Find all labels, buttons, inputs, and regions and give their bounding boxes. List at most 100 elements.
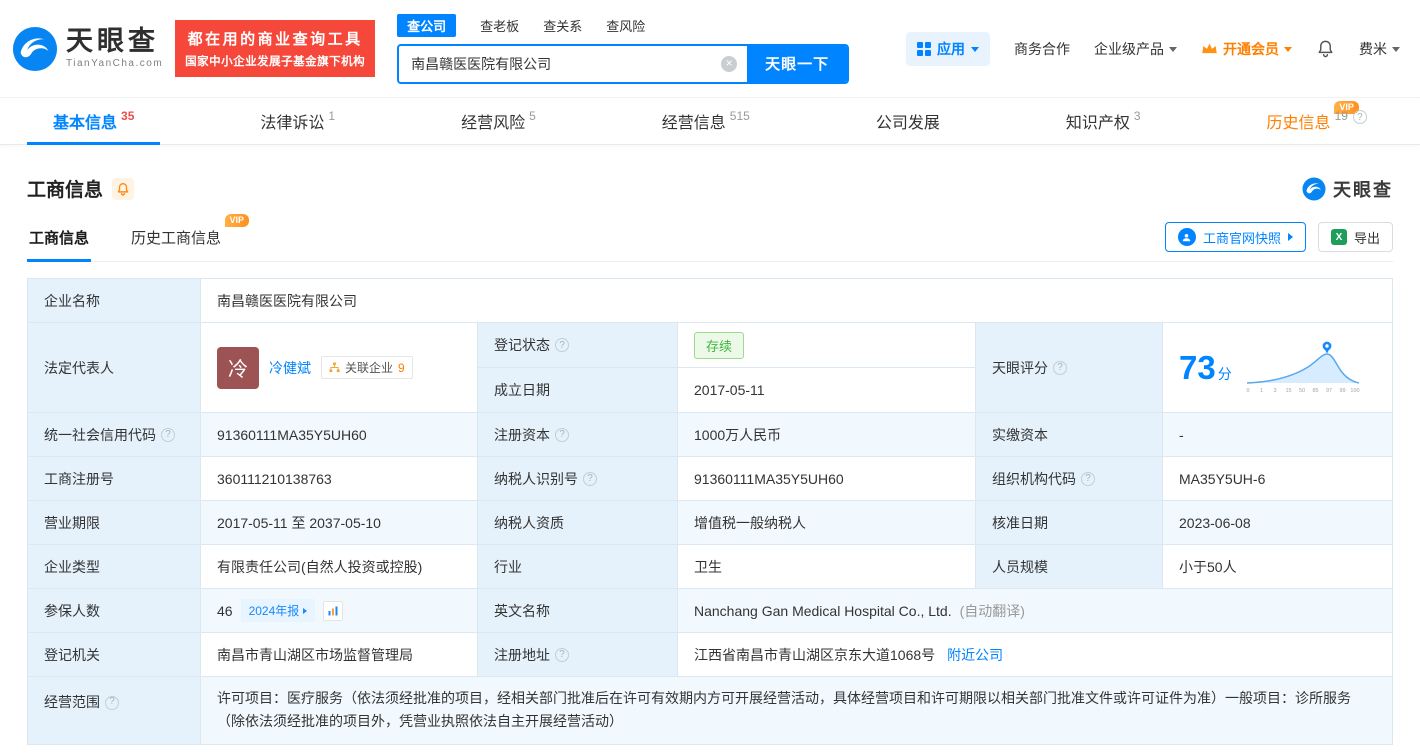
label-text: 成立日期 (494, 382, 550, 398)
help-icon[interactable]: ? (105, 695, 119, 710)
help-icon[interactable]: ? (583, 471, 597, 486)
tab-legal-litigation[interactable]: 法律诉讼 1 (234, 98, 361, 144)
legal-rep-link[interactable]: 冷健斌 (269, 358, 311, 378)
search-tab-risk[interactable]: 查风险 (606, 16, 645, 35)
vip-label: 开通会员 (1223, 40, 1279, 57)
tab-label: 经营风险 (461, 115, 526, 132)
score-value: 73 (1179, 349, 1216, 386)
label-text: 统一社会信用代码 (44, 426, 156, 443)
arrow-right-icon (1287, 233, 1293, 241)
table-row: 统一社会信用代码 ? 91360111MA35Y5UH60 注册资本 ? 100… (27, 412, 1393, 457)
reg-status-label: 登记状态 ? (477, 322, 678, 368)
industry-label: 行业 (477, 544, 678, 589)
svg-text:100: 100 (1350, 388, 1359, 394)
tab-company-development[interactable]: 公司发展 (850, 98, 966, 144)
watermark-logo: 天眼查 (1302, 176, 1393, 202)
value-text: 南昌赣医医院有限公司 (217, 292, 357, 309)
excel-icon: X (1330, 229, 1347, 245)
taxpayer-id-value: 91360111MA35Y5UH60 (677, 456, 976, 501)
reg-capital-label: 注册资本 ? (477, 412, 678, 457)
menu-enterprise-products[interactable]: 企业级产品 (1094, 39, 1177, 59)
search-tab-company[interactable]: 查公司 (397, 13, 457, 37)
business-term-label: 营业期限 (27, 500, 201, 545)
business-scope-value: 许可项目：医疗服务（依法须经批准的项目，经相关部门批准后在许可有效期内方可开展经… (200, 676, 1393, 745)
header: 天眼查 TianYanCha.com 都在用的商业查询工具 国家中小企业发展子基… (0, 0, 1420, 97)
menu-business-cooperation[interactable]: 商务合作 (1014, 39, 1070, 59)
label-text: 英文名称 (494, 602, 550, 619)
report-chart-icon[interactable] (323, 600, 344, 621)
insured-count-label: 参保人数 (27, 588, 201, 633)
clear-icon[interactable]: × (721, 55, 738, 72)
person-icon (1177, 228, 1196, 246)
related-companies-tag[interactable]: 关联企业 9 (321, 356, 413, 379)
reg-authority-label: 登记机关 (27, 632, 201, 677)
open-vip-button[interactable]: 开通会员 (1201, 39, 1292, 59)
tab-basic-info[interactable]: 基本信息 35 (27, 98, 161, 145)
label-text: 企业名称 (44, 292, 100, 309)
search-area: 查公司 查老板 查关系 查风险 × 天眼一下 (397, 13, 850, 84)
grid-icon (917, 41, 931, 56)
help-icon[interactable]: ? (555, 427, 569, 442)
tab-intellectual-property[interactable]: 知识产权 3 (1040, 98, 1167, 144)
industry-value: 卫生 (677, 544, 976, 589)
legal-rep-avatar[interactable]: 冷 (217, 346, 259, 389)
svg-text:99: 99 (1339, 388, 1345, 394)
insured-count-cell: 46 2024年报 (200, 588, 478, 633)
promo-line1: 都在用的商业查询工具 (187, 31, 363, 48)
chevron-down-icon (1284, 47, 1292, 52)
monitor-bell-icon[interactable] (112, 177, 135, 200)
value-text: 卫生 (694, 558, 722, 575)
tianyancha-logo[interactable]: 天眼查 TianYanCha.com (12, 26, 163, 72)
company-type-label: 企业类型 (27, 544, 201, 589)
value-text: - (1179, 426, 1184, 443)
label-text: 登记机关 (44, 646, 100, 663)
value-text: 1000万人民币 (694, 426, 782, 443)
snapshot-label: 工商官网快照 (1202, 230, 1281, 246)
business-scope-label: 经营范围 ? (27, 676, 201, 745)
notification-bell-icon[interactable] (1316, 39, 1335, 58)
tab-history-info[interactable]: VIP 历史信息 19 ? (1241, 98, 1393, 144)
annual-report-tag[interactable]: 2024年报 (240, 599, 316, 622)
help-icon[interactable]: ? (161, 427, 175, 442)
nearby-companies-link[interactable]: 附近公司 (947, 647, 1003, 663)
help-icon[interactable]: ? (1081, 471, 1095, 486)
tab-business-info[interactable]: 经营信息 515 (636, 98, 776, 144)
approval-date-value: 2023-06-08 (1162, 500, 1393, 545)
help-icon[interactable]: ? (1352, 110, 1367, 124)
crown-icon (1201, 42, 1218, 55)
help-icon[interactable]: ? (1053, 360, 1067, 375)
tab-operating-risk[interactable]: 经营风险 5 (435, 98, 562, 144)
help-icon[interactable]: ? (555, 338, 569, 352)
subtab-business-registration[interactable]: 工商信息 (27, 227, 92, 262)
label-text: 组织机构代码 (992, 470, 1076, 487)
reg-address-value: 江西省南昌市青山湖区京东大道1068号 (694, 646, 936, 663)
official-snapshot-button[interactable]: 工商官网快照 (1164, 222, 1306, 252)
label-text: 人员规模 (992, 558, 1048, 575)
svg-text:0: 0 (1246, 388, 1249, 394)
subtab-history-registration[interactable]: VIP 历史工商信息 (129, 214, 250, 261)
export-button[interactable]: X 导出 (1317, 222, 1393, 252)
org-code-value: MA35Y5UH-6 (1162, 456, 1393, 501)
company-nav-tabs: 基本信息 35 法律诉讼 1 经营风险 5 经营信息 515 公司发展 知识产权… (0, 97, 1420, 145)
org-code-label: 组织机构代码 ? (975, 456, 1163, 501)
tab-count: 515 (729, 109, 750, 123)
svg-text:1: 1 (1260, 388, 1263, 394)
value-text: 91360111MA35Y5UH60 (694, 470, 844, 487)
svg-text:97: 97 (1326, 388, 1332, 394)
label-text: 登记状态 (494, 337, 550, 353)
help-icon[interactable]: ? (555, 647, 569, 662)
chevron-down-icon (1169, 47, 1177, 52)
search-input[interactable] (399, 45, 748, 82)
tab-label: 公司发展 (875, 115, 940, 132)
label-text: 工商注册号 (44, 470, 114, 487)
label-text: 企业类型 (44, 558, 100, 575)
search-tab-boss[interactable]: 查老板 (480, 16, 519, 35)
table-row: 企业名称 南昌赣医医院有限公司 (27, 278, 1393, 323)
apps-button[interactable]: 应用 (906, 31, 990, 66)
search-tab-relation[interactable]: 查关系 (543, 16, 582, 35)
svg-text:3: 3 (1273, 388, 1276, 394)
user-menu[interactable]: 费米 (1359, 39, 1400, 59)
search-button[interactable]: 天眼一下 (747, 45, 848, 82)
reg-authority-value: 南昌市青山湖区市场监督管理局 (200, 632, 478, 677)
label-text: 注册地址 (494, 646, 550, 663)
